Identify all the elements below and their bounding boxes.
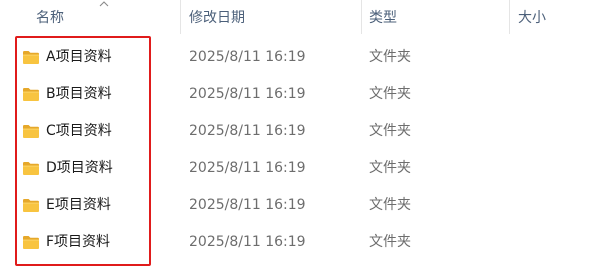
file-type: 文件夹 xyxy=(369,123,411,139)
column-divider[interactable] xyxy=(361,0,362,34)
column-header-name[interactable]: 名称 xyxy=(36,0,64,34)
file-type: 文件夹 xyxy=(369,197,411,213)
file-name: E项目资料 xyxy=(46,197,111,213)
file-type: 文件夹 xyxy=(369,86,411,102)
file-type: 文件夹 xyxy=(369,160,411,176)
file-name-cell[interactable]: E项目资料 xyxy=(22,187,111,224)
modified-date: 2025/8/11 16:19 xyxy=(189,123,306,139)
file-name-cell[interactable]: C项目资料 xyxy=(22,113,112,150)
column-header-size[interactable]: 大小 xyxy=(518,0,546,34)
chevron-up-icon[interactable] xyxy=(98,0,110,9)
column-header-bar: 名称 修改日期 类型 大小 xyxy=(0,0,590,34)
modified-date: 2025/8/11 16:19 xyxy=(189,197,306,213)
file-name-cell[interactable]: B项目资料 xyxy=(22,76,112,113)
folder-icon xyxy=(23,51,39,64)
file-row[interactable]: C项目资料 2025/8/11 16:19 文件夹 xyxy=(0,113,590,150)
file-name: A项目资料 xyxy=(46,49,112,65)
column-divider[interactable] xyxy=(509,0,510,34)
modified-date: 2025/8/11 16:19 xyxy=(189,86,306,102)
file-row[interactable]: E项目资料 2025/8/11 16:19 文件夹 xyxy=(0,187,590,224)
modified-date: 2025/8/11 16:19 xyxy=(189,49,306,65)
folder-icon xyxy=(23,125,39,138)
folder-icon xyxy=(23,162,39,175)
file-row[interactable]: A项目资料 2025/8/11 16:19 文件夹 xyxy=(0,39,590,76)
folder-icon xyxy=(23,88,39,101)
file-name: B项目资料 xyxy=(46,86,112,102)
column-header-date[interactable]: 修改日期 xyxy=(189,0,245,34)
file-name: C项目资料 xyxy=(46,123,112,139)
file-name: D项目资料 xyxy=(46,160,113,176)
file-rows: A项目资料 2025/8/11 16:19 文件夹 B项目资料 2025/8/1… xyxy=(0,39,590,261)
column-header-type[interactable]: 类型 xyxy=(369,0,397,34)
column-divider[interactable] xyxy=(180,0,181,34)
folder-icon xyxy=(23,199,39,212)
file-row[interactable]: F项目资料 2025/8/11 16:19 文件夹 xyxy=(0,224,590,261)
file-name-cell[interactable]: A项目资料 xyxy=(22,39,112,76)
file-name-cell[interactable]: F项目资料 xyxy=(22,224,110,261)
folder-icon xyxy=(23,236,39,249)
modified-date: 2025/8/11 16:19 xyxy=(189,234,306,250)
file-name: F项目资料 xyxy=(46,234,111,250)
modified-date: 2025/8/11 16:19 xyxy=(189,160,306,176)
file-type: 文件夹 xyxy=(369,49,411,65)
file-name-cell[interactable]: D项目资料 xyxy=(22,150,113,187)
file-type: 文件夹 xyxy=(369,234,411,250)
file-row[interactable]: B项目资料 2025/8/11 16:19 文件夹 xyxy=(0,76,590,113)
file-row[interactable]: D项目资料 2025/8/11 16:19 文件夹 xyxy=(0,150,590,187)
file-list-view: 名称 修改日期 类型 大小 A项目资料 2025/8/11 16:19 文件夹 xyxy=(0,0,590,274)
